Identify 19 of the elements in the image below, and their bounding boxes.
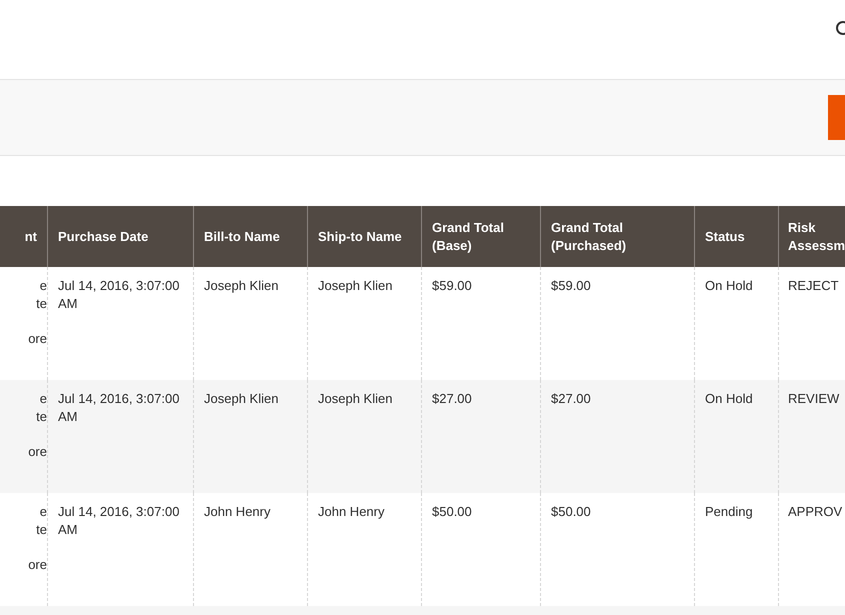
column-header[interactable]: Risk Assessm bbox=[778, 206, 845, 267]
table-cell: Joseph Klien bbox=[193, 380, 307, 493]
column-header[interactable]: Grand Total (Purchased) bbox=[540, 206, 694, 267]
table-cell: Jul 14, 2016, 3:07:00 AM bbox=[47, 380, 193, 493]
column-header[interactable]: nt bbox=[0, 206, 47, 267]
table-cell: $27.00 bbox=[421, 380, 540, 493]
table-cell: $27.00 bbox=[540, 380, 694, 493]
column-header[interactable]: Grand Total (Base) bbox=[421, 206, 540, 267]
column-header[interactable]: Ship-to Name bbox=[307, 206, 421, 267]
table-cell: REVIEW bbox=[778, 380, 845, 493]
column-header[interactable]: Bill-to Name bbox=[193, 206, 307, 267]
column-header[interactable]: Purchase Date bbox=[47, 206, 193, 267]
column-header[interactable]: Status bbox=[694, 206, 778, 267]
table-cell: e te ore bbox=[0, 380, 47, 493]
table-cell: Joseph Klien bbox=[307, 380, 421, 493]
table-cell-text: e te ore bbox=[27, 503, 47, 574]
table-cell: On Hold bbox=[694, 380, 778, 493]
search-icon[interactable] bbox=[835, 20, 845, 36]
table-cell-text: e te ore bbox=[27, 277, 47, 348]
